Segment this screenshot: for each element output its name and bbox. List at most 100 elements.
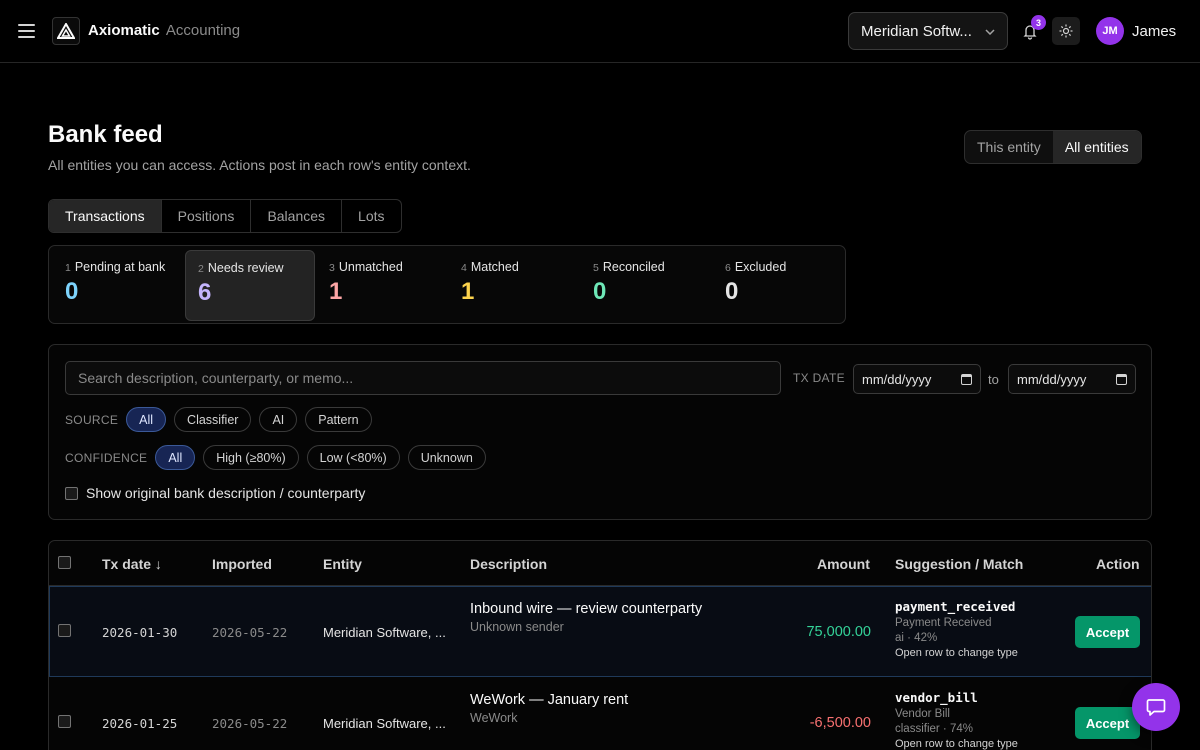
logo-icon[interactable] bbox=[52, 17, 80, 45]
status-num: 2 bbox=[198, 263, 204, 275]
theme-toggle-button[interactable] bbox=[1052, 17, 1080, 45]
date-to-value: mm/dd/yyyy bbox=[1017, 371, 1087, 387]
status-num: 5 bbox=[593, 262, 599, 274]
suggestion-code: payment_received bbox=[895, 599, 1016, 614]
calendar-icon[interactable] bbox=[961, 373, 972, 385]
status-count: 0 bbox=[593, 278, 607, 305]
status-label: Needs review bbox=[207, 261, 284, 275]
col-action[interactable]: Action bbox=[1096, 556, 1140, 572]
confidence-pill-high[interactable]: High (≥80%) bbox=[203, 445, 299, 470]
row-entity: Meridian Software, ... bbox=[323, 716, 446, 731]
status-count: 0 bbox=[725, 278, 739, 305]
suggestion-meta: classifier · 74% bbox=[895, 723, 973, 735]
table-row[interactable]: 2026-01-25 2026-05-22 Meridian Software,… bbox=[49, 677, 1151, 750]
tx-date-label: TX DATE bbox=[793, 371, 845, 385]
row-suggestion: vendor_bill Vendor Bill classifier · 74%… bbox=[895, 690, 1018, 750]
row-checkbox[interactable] bbox=[58, 624, 71, 637]
status-num: 6 bbox=[725, 262, 731, 274]
source-pill-ai[interactable]: AI bbox=[259, 407, 298, 432]
status-count: 1 bbox=[461, 278, 475, 305]
chat-icon bbox=[1146, 699, 1166, 716]
col-entity[interactable]: Entity bbox=[323, 556, 362, 572]
scope-this-entity-button[interactable]: This entity bbox=[965, 131, 1053, 163]
row-suggestion: payment_received Payment Received ai · 4… bbox=[895, 599, 1018, 659]
date-to-input[interactable]: mm/dd/yyyy bbox=[1008, 364, 1136, 394]
date-to-label: to bbox=[988, 372, 999, 387]
source-pill-pattern[interactable]: Pattern bbox=[305, 407, 372, 432]
status-card-excluded[interactable]: 6 Excluded 0 bbox=[713, 250, 843, 321]
chat-button[interactable] bbox=[1132, 683, 1180, 731]
row-amount: 75,000.00 bbox=[806, 624, 871, 640]
status-count: 0 bbox=[65, 278, 79, 305]
select-all-checkbox[interactable] bbox=[58, 556, 71, 569]
show-original-toggle: Show original bank description / counter… bbox=[65, 485, 365, 501]
row-checkbox[interactable] bbox=[58, 715, 71, 728]
row-imported-date: 2026-05-22 bbox=[212, 716, 288, 731]
tab-transactions[interactable]: Transactions bbox=[49, 200, 162, 232]
confidence-filter: CONFIDENCE All High (≥80%) Low (<80%) Un… bbox=[65, 445, 494, 470]
status-num: 3 bbox=[329, 262, 335, 274]
top-bar: Axiomatic Accounting Meridian Softw... 3… bbox=[0, 0, 1200, 63]
row-entity: Meridian Software, ... bbox=[323, 625, 446, 640]
col-amount[interactable]: Amount bbox=[817, 556, 870, 572]
show-original-checkbox[interactable] bbox=[65, 486, 78, 500]
date-from-value: mm/dd/yyyy bbox=[862, 371, 932, 387]
transactions-table: Tx date ↓ Imported Entity Description Am… bbox=[48, 540, 1152, 750]
confidence-label: CONFIDENCE bbox=[65, 450, 148, 465]
date-from-input[interactable]: mm/dd/yyyy bbox=[853, 364, 981, 394]
source-pill-all[interactable]: All bbox=[126, 407, 167, 432]
status-num: 1 bbox=[65, 262, 71, 274]
status-count: 1 bbox=[329, 278, 343, 305]
status-card-matched[interactable]: 4 Matched 1 bbox=[449, 250, 579, 321]
suggestion-name: Vendor Bill bbox=[895, 708, 950, 720]
scope-all-entities-button[interactable]: All entities bbox=[1052, 131, 1141, 163]
suggestion-hint[interactable]: Open row to change type bbox=[895, 647, 1018, 659]
calendar-icon[interactable] bbox=[1116, 373, 1127, 385]
suggestion-name: Payment Received bbox=[895, 617, 992, 629]
accept-button[interactable]: Accept bbox=[1075, 707, 1140, 739]
row-imported-date: 2026-05-22 bbox=[212, 625, 288, 640]
avatar[interactable]: JM bbox=[1096, 17, 1124, 45]
col-description[interactable]: Description bbox=[470, 556, 547, 572]
col-imported[interactable]: Imported bbox=[212, 556, 272, 572]
source-pill-classifier[interactable]: Classifier bbox=[174, 407, 252, 432]
tab-balances[interactable]: Balances bbox=[251, 200, 343, 232]
accept-button[interactable]: Accept bbox=[1075, 616, 1140, 648]
row-description-text: WeWork — January rent bbox=[470, 692, 629, 708]
search-input[interactable] bbox=[65, 361, 781, 395]
confidence-pill-all[interactable]: All bbox=[155, 445, 196, 470]
row-counterparty: Unknown sender bbox=[470, 620, 564, 634]
col-suggestion[interactable]: Suggestion / Match bbox=[895, 556, 1023, 572]
status-card-unmatched[interactable]: 3 Unmatched 1 bbox=[317, 250, 447, 321]
app-brand: Axiomatic Accounting bbox=[88, 22, 241, 39]
row-tx-date: 2026-01-25 bbox=[102, 716, 178, 731]
suggestion-hint[interactable]: Open row to change type bbox=[895, 738, 1018, 750]
page-title: Bank feed bbox=[48, 121, 163, 148]
row-tx-date: 2026-01-30 bbox=[102, 625, 178, 640]
status-count: 6 bbox=[198, 279, 212, 306]
suggestion-meta: ai · 42% bbox=[895, 632, 938, 644]
tab-lots[interactable]: Lots bbox=[342, 200, 400, 232]
row-description: WeWork — January rent WeWork bbox=[470, 692, 628, 725]
col-tx-date[interactable]: Tx date ↓ bbox=[102, 556, 162, 572]
entity-selector-value: Meridian Softw... bbox=[861, 22, 972, 40]
status-label: Unmatched bbox=[338, 260, 403, 274]
status-label: Reconciled bbox=[602, 260, 665, 274]
status-card-needs-review[interactable]: 2 Needs review 6 bbox=[185, 250, 315, 321]
status-summary: 1 Pending at bank 0 2 Needs review 6 3 Unma… bbox=[48, 245, 846, 324]
entity-selector[interactable]: Meridian Softw... bbox=[848, 12, 1008, 50]
tab-positions[interactable]: Positions bbox=[162, 200, 252, 232]
table-row[interactable]: 2026-01-30 2026-05-22 Meridian Software,… bbox=[49, 586, 1151, 677]
status-card-reconciled[interactable]: 5 Reconciled 0 bbox=[581, 250, 711, 321]
row-counterparty: WeWork bbox=[470, 711, 518, 725]
status-card-pending[interactable]: 1 Pending at bank 0 bbox=[53, 250, 183, 321]
sun-icon bbox=[1059, 24, 1073, 38]
row-description: Inbound wire — review counterparty Unkno… bbox=[470, 601, 702, 634]
menu-icon[interactable] bbox=[18, 24, 35, 38]
confidence-pill-low[interactable]: Low (<80%) bbox=[306, 445, 400, 470]
user-name[interactable]: James bbox=[1132, 23, 1176, 40]
confidence-pill-unknown[interactable]: Unknown bbox=[407, 445, 486, 470]
notification-badge: 3 bbox=[1031, 15, 1046, 30]
table-header: Tx date ↓ Imported Entity Description Am… bbox=[49, 541, 1151, 586]
show-original-label[interactable]: Show original bank description / counter… bbox=[86, 485, 365, 501]
